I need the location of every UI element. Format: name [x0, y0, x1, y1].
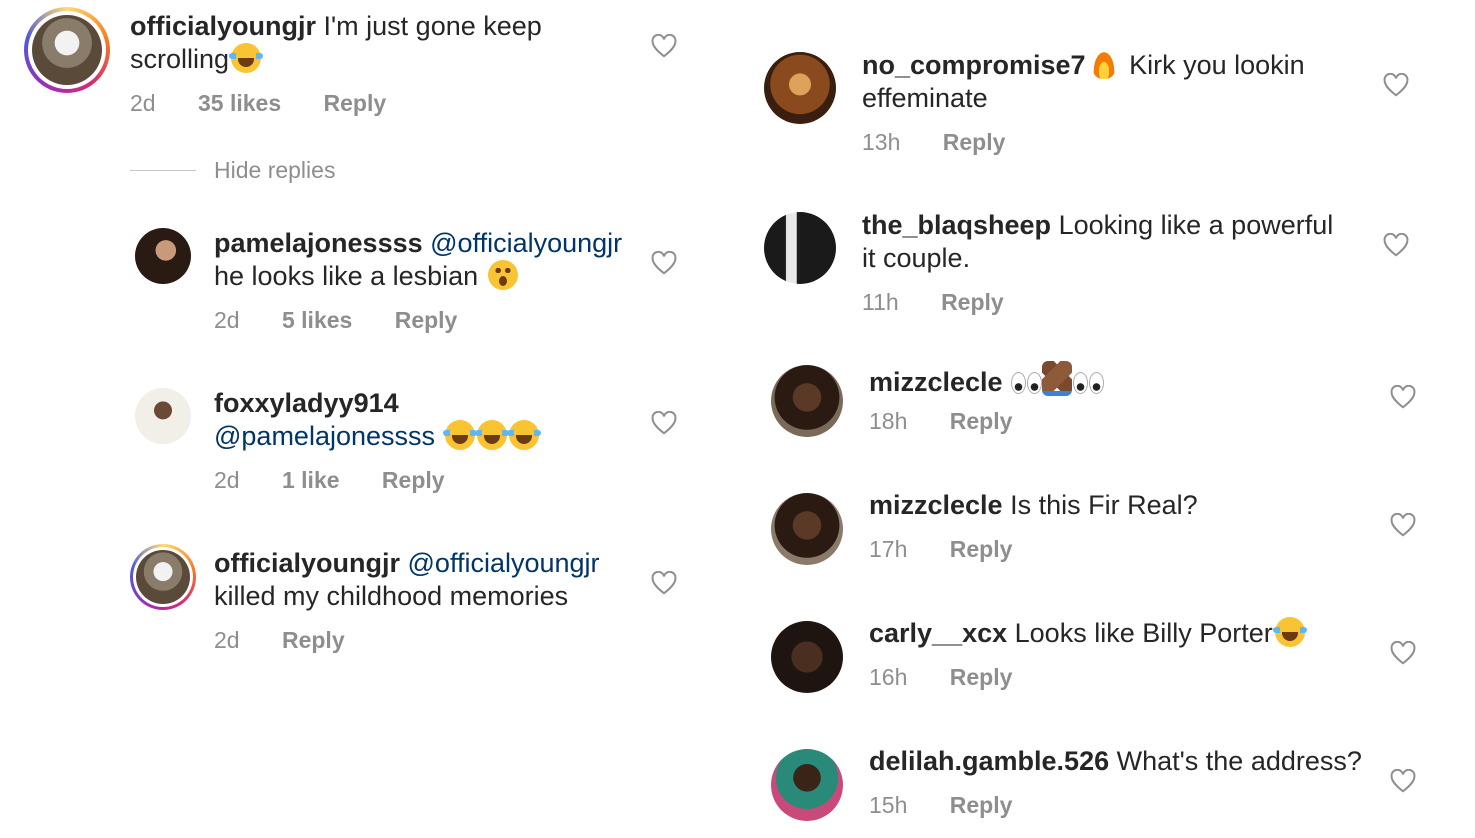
- reply-button[interactable]: Reply: [950, 792, 1013, 818]
- comment-text: officialyoungjr I'm just gone keep scrol…: [130, 11, 542, 74]
- heart-icon[interactable]: [1390, 513, 1416, 537]
- laughing-tears-emoji: [1272, 617, 1307, 647]
- reply-button[interactable]: Reply: [950, 536, 1013, 562]
- eyes-emoji: [1072, 370, 1105, 394]
- heart-icon[interactable]: [651, 34, 677, 58]
- comment-meta: 16h Reply: [869, 664, 1048, 691]
- timestamp: 18h: [869, 408, 908, 434]
- timestamp: 17h: [869, 536, 908, 562]
- comment-meta: 15h Reply: [869, 792, 1048, 819]
- mention[interactable]: @pamelajonessss: [214, 421, 443, 451]
- heart-icon[interactable]: [1390, 385, 1416, 409]
- timestamp: 13h: [862, 129, 901, 155]
- avatar[interactable]: [771, 365, 843, 437]
- reply-button[interactable]: Reply: [282, 627, 345, 653]
- mention[interactable]: @officialyoungjr: [400, 548, 600, 578]
- reply-button[interactable]: Reply: [943, 129, 1006, 155]
- comment-meta: 11h Reply: [862, 289, 1040, 316]
- comment-meta: 13h Reply: [862, 129, 1041, 156]
- timestamp: 16h: [869, 664, 908, 690]
- timestamp: 2d: [214, 307, 240, 333]
- avatar[interactable]: [764, 52, 836, 124]
- reply-button[interactable]: Reply: [950, 664, 1013, 690]
- fire-emoji: [1091, 49, 1116, 79]
- likes-count[interactable]: 1 like: [282, 467, 340, 493]
- username[interactable]: carly__xcx: [869, 618, 1007, 648]
- username[interactable]: officialyoungjr: [214, 548, 400, 578]
- username[interactable]: the_blaqsheep: [862, 210, 1051, 240]
- laughing-tears-emoji: [229, 43, 264, 73]
- avatar[interactable]: [135, 388, 191, 444]
- avatar[interactable]: [130, 544, 196, 610]
- reply-button[interactable]: Reply: [950, 408, 1013, 434]
- timestamp: 11h: [862, 289, 899, 315]
- comment-meta: 2d 1 like Reply: [214, 467, 481, 494]
- avatar[interactable]: [135, 228, 191, 284]
- comment-meta: 2d 5 likes Reply: [214, 307, 493, 334]
- likes-count[interactable]: 5 likes: [282, 307, 352, 333]
- hide-replies-button[interactable]: Hide replies: [214, 157, 335, 184]
- username[interactable]: mizzclecle: [869, 490, 1003, 520]
- username[interactable]: officialyoungjr: [130, 11, 316, 41]
- timestamp: 2d: [214, 467, 240, 493]
- heart-icon[interactable]: [651, 251, 677, 275]
- avatar[interactable]: [764, 212, 836, 284]
- timestamp: 15h: [869, 792, 908, 818]
- reply-button[interactable]: Reply: [395, 307, 458, 333]
- comment-text: carly__xcx Looks like Billy Porter: [869, 617, 1359, 650]
- username[interactable]: foxxyladyy914: [214, 388, 399, 418]
- comment-text: delilah.gamble.526 What's the address?: [869, 746, 1362, 776]
- reply-button[interactable]: Reply: [382, 467, 445, 493]
- heart-icon[interactable]: [651, 411, 677, 435]
- hide-replies-divider: [130, 170, 196, 171]
- reply-button[interactable]: Reply: [324, 90, 387, 116]
- heart-icon[interactable]: [1390, 769, 1416, 793]
- reply-button[interactable]: Reply: [941, 289, 1004, 315]
- comment-text: mizzclecle Is this Fir Real?: [869, 490, 1198, 520]
- username[interactable]: no_compromise7: [862, 50, 1086, 80]
- eyes-emoji: [1010, 370, 1043, 394]
- comment-text: the_blaqsheep Looking like a powerful it…: [862, 210, 1334, 273]
- username[interactable]: pamelajonessss: [214, 228, 423, 258]
- comment-text: mizzclecle: [869, 361, 1359, 399]
- timestamp: 2d: [214, 627, 240, 653]
- avatar[interactable]: [771, 621, 843, 693]
- comment-text: officialyoungjr @officialyoungjr killed …: [214, 548, 600, 611]
- username[interactable]: delilah.gamble.526: [869, 746, 1109, 776]
- comment-meta: 18h Reply: [869, 408, 1048, 435]
- likes-count[interactable]: 35 likes: [198, 90, 281, 116]
- heart-icon[interactable]: [651, 571, 677, 595]
- username[interactable]: mizzclecle: [869, 367, 1003, 397]
- folded-hands-emoji: [1042, 361, 1073, 396]
- comment-meta: 17h Reply: [869, 536, 1048, 563]
- avatar[interactable]: [771, 749, 843, 821]
- surprised-emoji: [487, 260, 518, 290]
- laughing-tears-emoji: [506, 420, 541, 450]
- comment-text: no_compromise7 Kirk you lookin effeminat…: [862, 49, 1305, 113]
- avatar[interactable]: [771, 493, 843, 565]
- comment-meta: 2d Reply: [214, 627, 381, 654]
- avatar[interactable]: [24, 7, 110, 93]
- laughing-tears-emoji: [442, 420, 477, 450]
- laughing-tears-emoji: [474, 420, 509, 450]
- comment-text: pamelajonessss @officialyoungjr he looks…: [214, 228, 623, 291]
- heart-icon[interactable]: [1383, 233, 1409, 257]
- timestamp: 2d: [130, 90, 156, 116]
- heart-icon[interactable]: [1390, 641, 1416, 665]
- comment-text: foxxyladyy914 @pamelajonessss: [214, 387, 644, 453]
- heart-icon[interactable]: [1383, 73, 1409, 97]
- comment-meta: 2d 35 likes Reply: [130, 90, 422, 117]
- mention[interactable]: @officialyoungjr: [423, 228, 622, 258]
